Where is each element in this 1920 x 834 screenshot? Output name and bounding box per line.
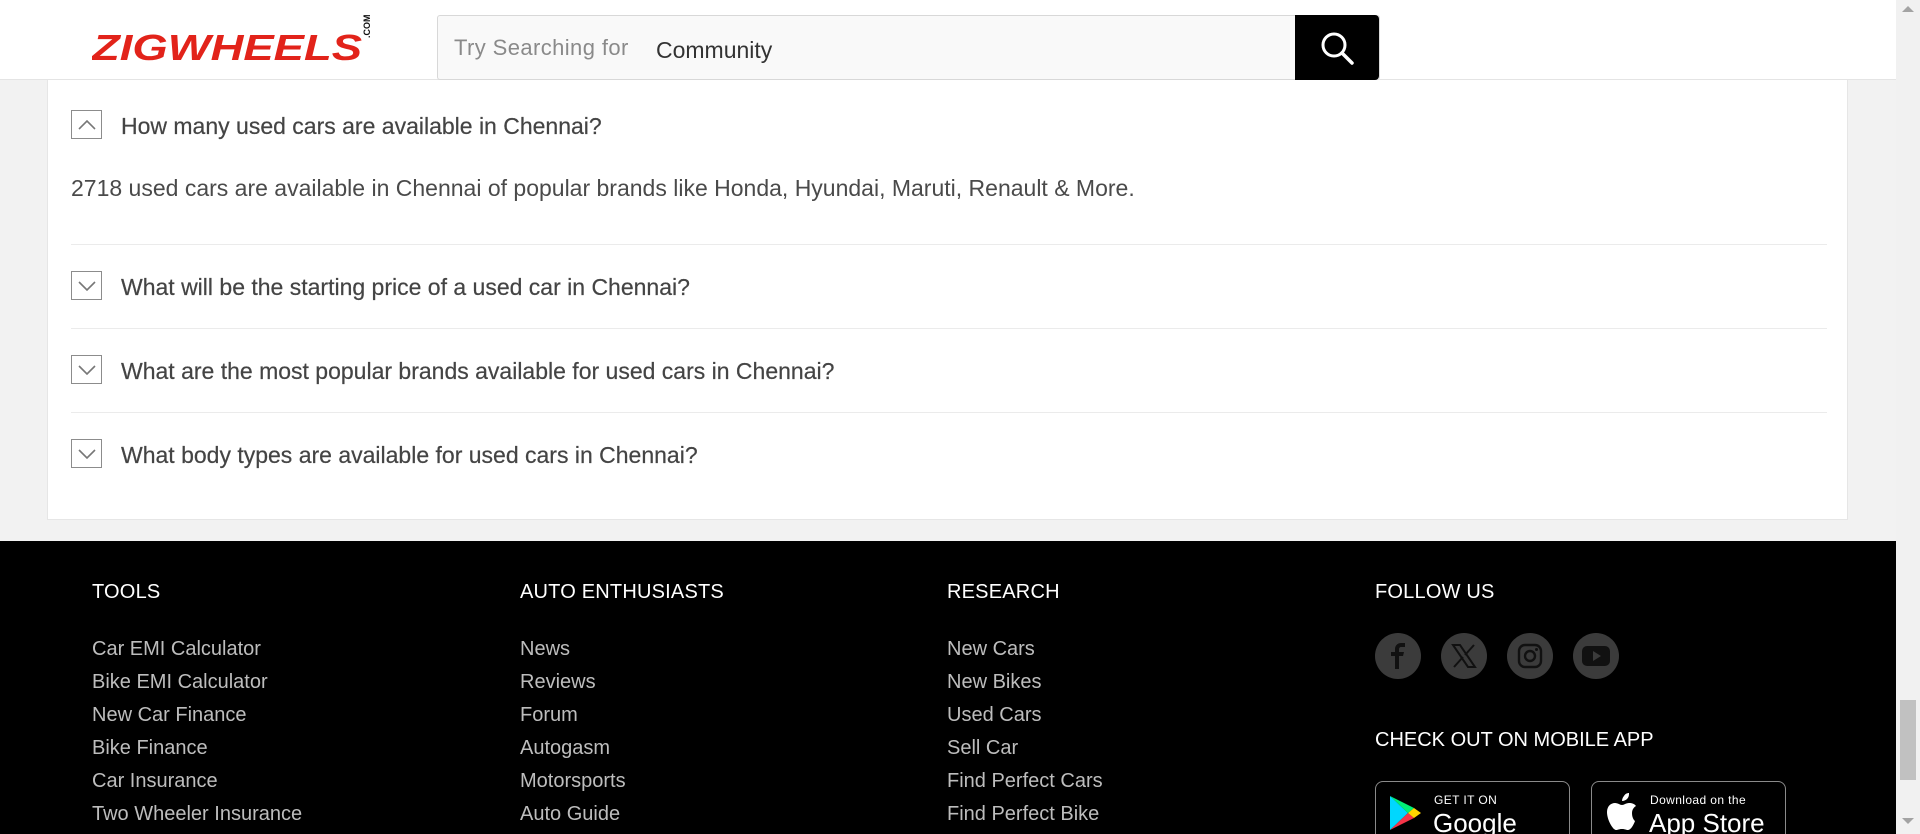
footer-link[interactable]: Bike EMI Calculator [92, 670, 302, 703]
footer-link[interactable]: Auto Guide [520, 802, 626, 834]
app-store-badge[interactable]: Download on the App Store [1591, 781, 1786, 834]
faq-toggle-button[interactable] [71, 439, 102, 468]
faq-answer: 2718 used cars are available in Chennai … [71, 175, 1135, 201]
footer-enthusiasts-links: News Reviews Forum Autogasm Motorsports … [520, 637, 626, 834]
google-play-small: GET IT ON [1434, 793, 1498, 807]
chevron-down-icon [77, 280, 96, 291]
footer-link[interactable]: New Bikes [947, 670, 1103, 703]
social-links [1375, 633, 1619, 679]
faq-question[interactable]: What body types are available for used c… [121, 442, 698, 469]
zigwheels-logo[interactable]: ZIGWHEELS [92, 28, 372, 68]
footer-link[interactable]: Two Wheeler Insurance [92, 802, 302, 834]
search-input[interactable]: Try Searching for Community [437, 15, 1380, 80]
footer-link[interactable]: Car EMI Calculator [92, 637, 302, 670]
footer-link[interactable]: Bike Finance [92, 736, 302, 769]
svg-text:ZIGWHEELS: ZIGWHEELS [92, 28, 362, 68]
footer-link[interactable]: Autogasm [520, 736, 626, 769]
chevron-down-icon [77, 364, 96, 375]
youtube-icon[interactable] [1573, 633, 1619, 679]
google-play-big: Google Play [1433, 808, 1517, 834]
site-footer: TOOLS Car EMI Calculator Bike EMI Calcul… [0, 541, 1896, 834]
footer-link[interactable]: Car Insurance [92, 769, 302, 802]
faq-question[interactable]: What are the most popular brands availab… [121, 358, 835, 385]
logo-suffix: .COM [362, 14, 372, 39]
footer-link[interactable]: Motorsports [520, 769, 626, 802]
footer-tools-title: TOOLS [92, 581, 161, 603]
app-store-big: App Store [1649, 808, 1765, 834]
footer-link[interactable]: Used Cars [947, 703, 1103, 736]
scroll-thumb[interactable] [1900, 700, 1916, 780]
faq-toggle-button[interactable] [71, 355, 102, 384]
app-store-small: Download on the [1650, 793, 1747, 807]
footer-link[interactable]: Find Perfect Bike [947, 802, 1103, 834]
footer-link[interactable]: News [520, 637, 626, 670]
google-play-badge[interactable]: GET IT ON Google Play [1375, 781, 1570, 834]
footer-enthusiasts-title: AUTO ENTHUSIASTS [520, 581, 724, 603]
footer-link[interactable]: Sell Car [947, 736, 1103, 769]
faq-question[interactable]: What will be the starting price of a use… [121, 274, 690, 301]
faq-section: How many used cars are available in Chen… [47, 80, 1848, 520]
footer-link[interactable]: Forum [520, 703, 626, 736]
faq-item: What are the most popular brands availab… [71, 329, 1827, 413]
faq-question[interactable]: How many used cars are available in Chen… [121, 113, 602, 140]
faq-toggle-button[interactable] [71, 271, 102, 300]
mobile-app-title: CHECK OUT ON MOBILE APP [1375, 729, 1654, 751]
instagram-icon[interactable] [1507, 633, 1553, 679]
chevron-down-icon [77, 448, 96, 459]
footer-follow-title: FOLLOW US [1375, 581, 1495, 603]
apple-icon [1607, 793, 1636, 830]
footer-link[interactable]: New Cars [947, 637, 1103, 670]
search-icon [1321, 32, 1354, 65]
chevron-up-icon [77, 119, 96, 130]
faq-item: What will be the starting price of a use… [71, 245, 1827, 329]
search-rotating-term: Community [656, 37, 773, 63]
x-icon[interactable] [1441, 633, 1487, 679]
footer-research-title: RESEARCH [947, 581, 1060, 603]
footer-link[interactable]: Find Perfect Cars [947, 769, 1103, 802]
footer-tools-links: Car EMI Calculator Bike EMI Calculator N… [92, 637, 302, 834]
footer-link[interactable]: New Car Finance [92, 703, 302, 736]
scroll-down-arrow[interactable] [1902, 818, 1914, 824]
faq-item: What body types are available for used c… [71, 413, 1827, 497]
footer-research-links: New Cars New Bikes Used Cars Sell Car Fi… [947, 637, 1103, 834]
search-placeholder: Try Searching for [454, 35, 629, 60]
footer-link[interactable]: Reviews [520, 670, 626, 703]
faq-toggle-button[interactable] [71, 110, 102, 139]
search-button[interactable] [1295, 15, 1379, 80]
site-header: ZIGWHEELS .COM Try Searching for Communi… [0, 0, 1896, 80]
facebook-icon[interactable] [1375, 633, 1421, 679]
scroll-up-arrow[interactable] [1902, 6, 1914, 12]
page-scrollbar[interactable] [1896, 0, 1920, 834]
google-play-icon [1390, 796, 1421, 830]
faq-item: How many used cars are available in Chen… [71, 80, 1827, 245]
